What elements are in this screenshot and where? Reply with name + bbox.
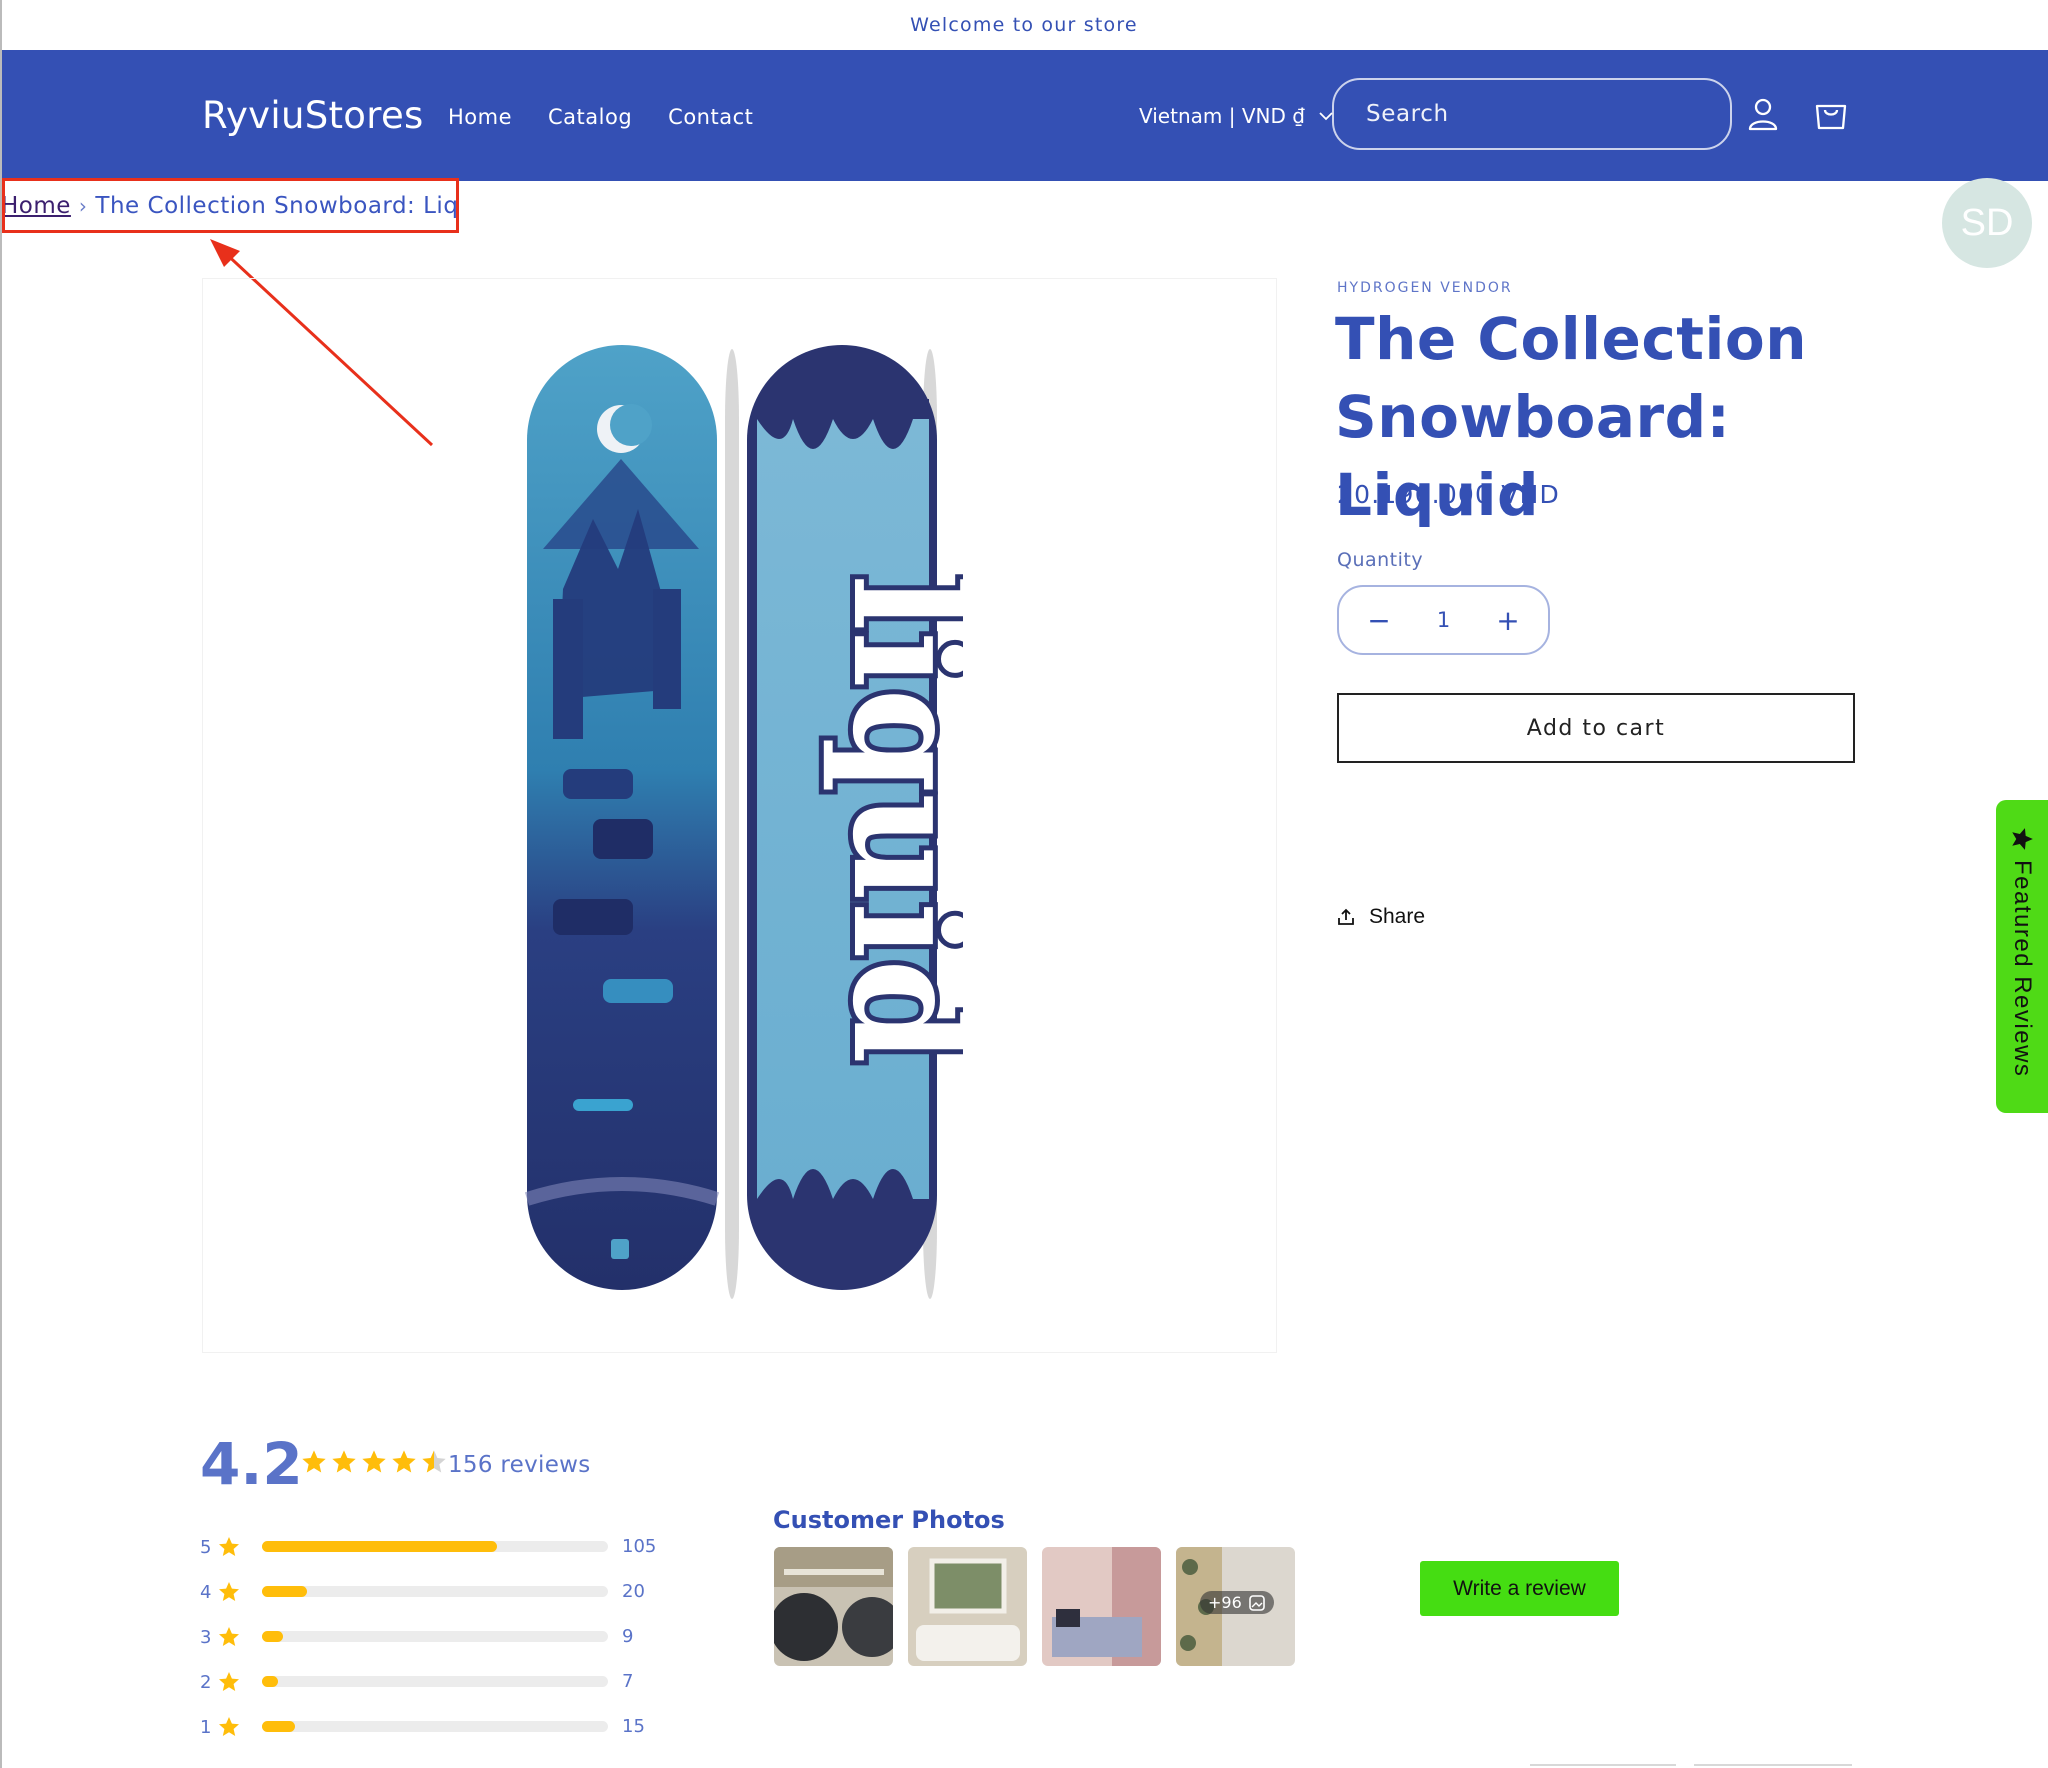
share-icon: [1338, 908, 1354, 925]
rating-bar: [262, 1721, 608, 1732]
customer-photos-title: Customer Photos: [773, 1506, 1005, 1534]
write-review-button[interactable]: Write a review: [1420, 1561, 1619, 1616]
star-icon: [2012, 828, 2033, 850]
breadcrumb: Home › The Collection Snowboard: Liquid: [2, 178, 459, 233]
star-icon: [392, 1450, 416, 1473]
avatar[interactable]: SD: [1942, 178, 2032, 268]
rating-count: 20: [622, 1581, 645, 1602]
country-currency-selector[interactable]: Vietnam | VND ₫: [1139, 104, 1333, 128]
product-vendor: HYDROGEN VENDOR: [1337, 280, 1513, 296]
board-word: liquid: [819, 574, 963, 1064]
share-button[interactable]: Share: [1337, 905, 1425, 929]
rating-bar-fill: [262, 1541, 498, 1552]
reviews-count: 156 reviews: [448, 1452, 591, 1478]
star-icon: [302, 1450, 326, 1473]
more-photos-count: +96: [1208, 1593, 1242, 1612]
announcement-text: Welcome to our store: [910, 14, 1138, 36]
divider: [1694, 1764, 1852, 1766]
snowboard-image: liquid: [524, 345, 963, 1299]
featured-reviews-label: Featured Reviews: [2009, 860, 2036, 1078]
star-icon: [219, 1627, 239, 1646]
rating-stars-value: 1: [200, 1716, 212, 1738]
quantity-stepper: − 1 +: [1337, 585, 1550, 655]
rating-row[interactable]: 27: [200, 1667, 633, 1697]
customer-photos: +96: [774, 1547, 1295, 1666]
rating-row[interactable]: 39: [200, 1622, 633, 1652]
star-icon: [219, 1672, 239, 1691]
rating-stars-value: 3: [200, 1626, 212, 1648]
add-to-cart-button[interactable]: Add to cart: [1337, 693, 1855, 763]
average-stars: [300, 1448, 448, 1476]
rating-bar: [262, 1586, 608, 1597]
breadcrumb-home-link[interactable]: Home: [5, 193, 71, 219]
share-label: Share: [1369, 905, 1426, 928]
star-icon: [219, 1582, 239, 1601]
customer-photo[interactable]: [774, 1547, 893, 1666]
rating-count: 105: [622, 1536, 657, 1557]
breadcrumb-current: The Collection Snowboard: Liquid: [95, 192, 459, 219]
avatar-initials: SD: [1960, 201, 2014, 244]
product-price: 20.196.000 VND: [1337, 480, 1560, 509]
quantity-label: Quantity: [1337, 549, 1424, 571]
rating-stars-value: 5: [200, 1536, 212, 1558]
star-icon: [332, 1450, 356, 1473]
rating-row[interactable]: 1 15: [200, 1712, 645, 1742]
rating-row[interactable]: 5 105: [200, 1532, 656, 1562]
cart-icon[interactable]: [1813, 96, 1849, 132]
search-input[interactable]: [1366, 101, 1730, 127]
customer-photo[interactable]: [1042, 1547, 1161, 1666]
rating-bar-fill: [262, 1586, 307, 1597]
quantity-value[interactable]: 1: [1437, 608, 1450, 632]
rating-row[interactable]: 4 20: [200, 1577, 645, 1607]
rating-count: 9: [622, 1626, 634, 1647]
window-edge: [0, 0, 2, 1768]
featured-reviews-tab[interactable]: Featured Reviews: [1996, 800, 2048, 1113]
rating-bar-fill: [262, 1721, 296, 1732]
rating-count: 7: [622, 1671, 634, 1692]
quantity-increase-button[interactable]: +: [1496, 604, 1520, 637]
quantity-decrease-button[interactable]: −: [1367, 604, 1391, 637]
chevron-down-icon: [1319, 112, 1333, 121]
breadcrumb-separator: ›: [78, 193, 88, 218]
account-icon[interactable]: [1745, 96, 1781, 132]
main-nav: Home Catalog Contact: [448, 105, 753, 129]
divider: [1530, 1764, 1676, 1766]
locale-label: Vietnam | VND ₫: [1139, 104, 1305, 128]
nav-home[interactable]: Home: [448, 105, 512, 129]
product-media[interactable]: liquid: [202, 278, 1277, 1353]
star-icon: [219, 1717, 239, 1736]
rating-bar: [262, 1541, 608, 1552]
nav-catalog[interactable]: Catalog: [548, 105, 632, 129]
rating-bar-fill: [262, 1676, 278, 1687]
star-icon: [362, 1450, 386, 1473]
rating-bar: [262, 1631, 608, 1642]
site-header: RyviuStores Home Catalog Contact Vietnam…: [2, 50, 2048, 181]
store-logo[interactable]: RyviuStores: [202, 94, 424, 137]
rating-count: 15: [622, 1716, 645, 1737]
rating-stars-value: 2: [200, 1671, 212, 1693]
average-rating: 4.2: [200, 1430, 303, 1498]
customer-photo[interactable]: [908, 1547, 1027, 1666]
rating-bar-fill: [262, 1631, 283, 1642]
rating-bar: [262, 1676, 608, 1687]
more-photos-badge: +96: [1200, 1591, 1274, 1614]
image-icon: [1248, 1594, 1265, 1611]
announcement-bar: Welcome to our store: [0, 0, 2048, 50]
star-icon: [219, 1537, 239, 1556]
nav-contact[interactable]: Contact: [668, 105, 753, 129]
customer-photo-more[interactable]: +96: [1176, 1547, 1295, 1666]
rating-stars-value: 4: [200, 1581, 212, 1603]
star-half-icon: [422, 1450, 446, 1473]
search-box[interactable]: [1332, 78, 1732, 150]
